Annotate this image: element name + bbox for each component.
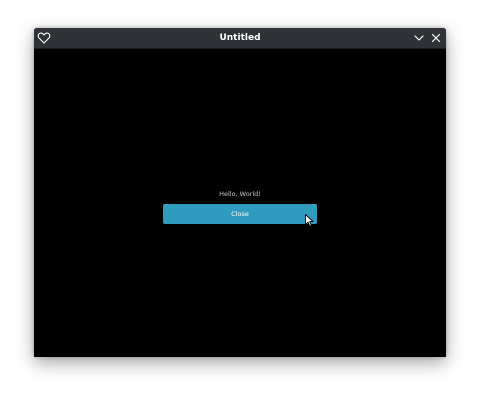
close-icon[interactable]: [429, 31, 443, 45]
app-window: Untitled Hello, World! Close: [34, 28, 446, 357]
greeting-label: Hello, World!: [219, 190, 261, 198]
close-button[interactable]: Close: [163, 204, 317, 224]
title-bar[interactable]: Untitled: [34, 28, 446, 49]
window-title: Untitled: [219, 33, 261, 43]
window-content: Hello, World! Close: [34, 49, 446, 357]
mouse-pointer-icon: [305, 212, 314, 227]
chevron-down-icon[interactable]: [412, 31, 426, 45]
